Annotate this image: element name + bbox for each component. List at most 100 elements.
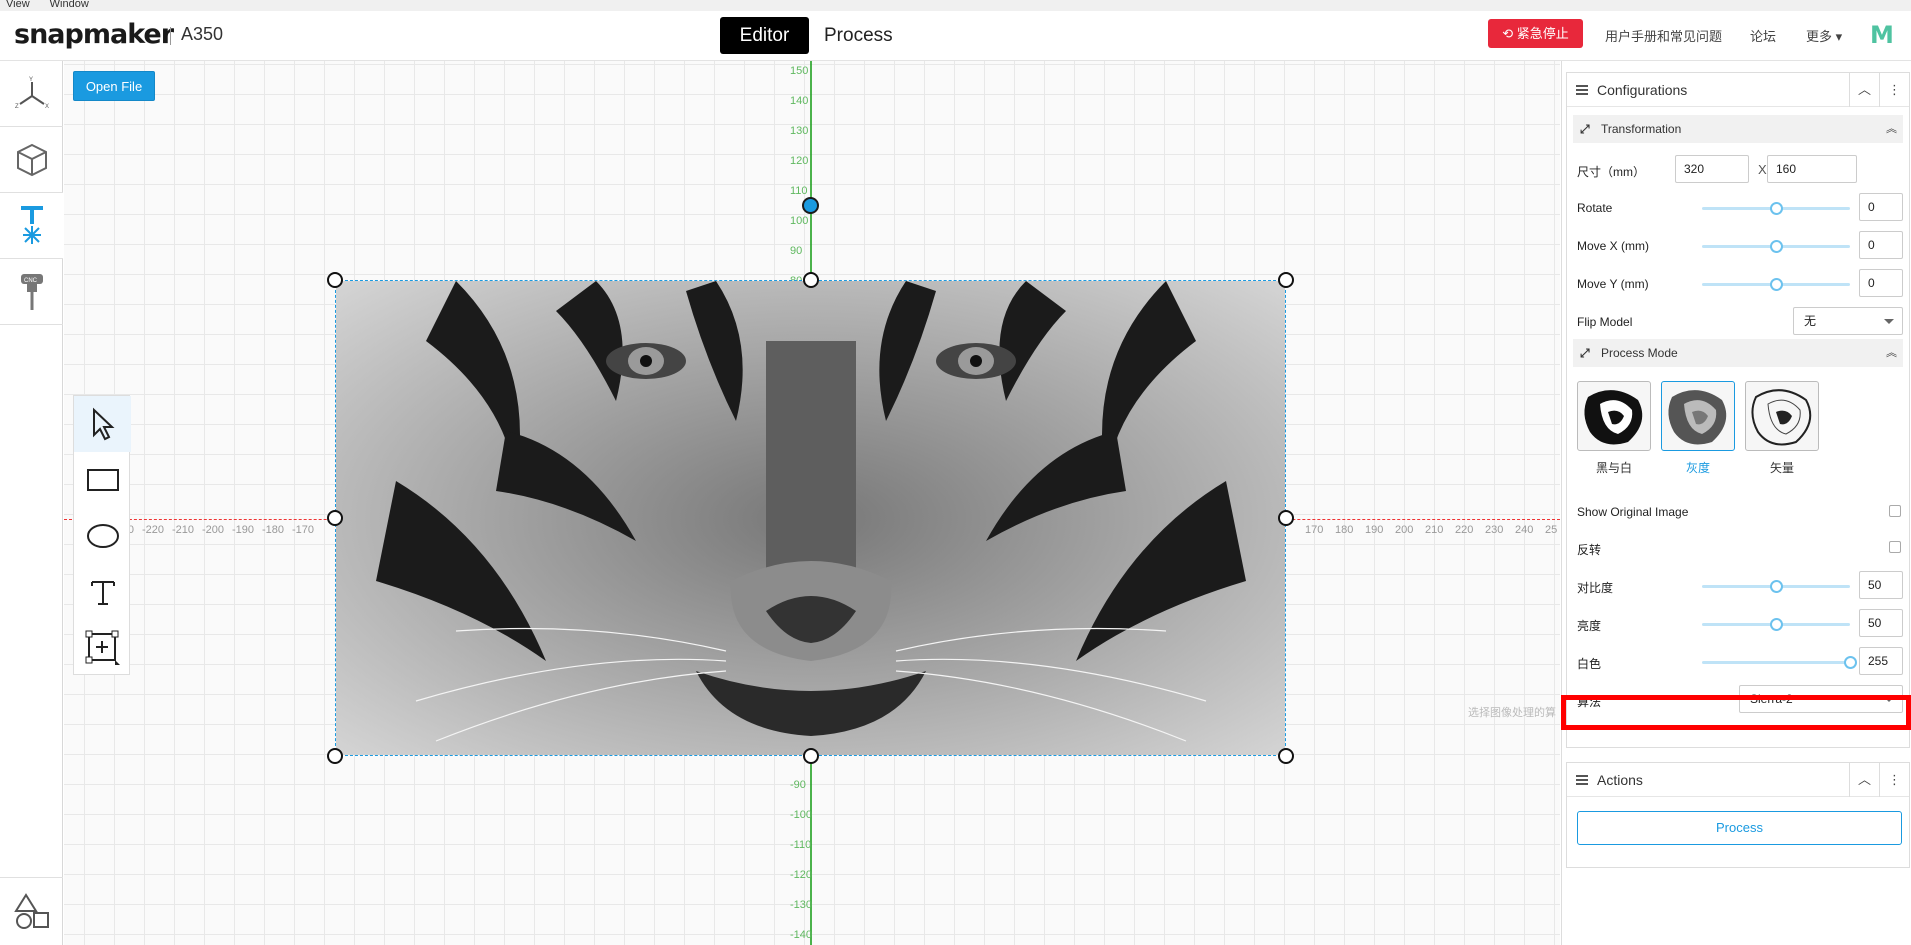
resize-handle-tl[interactable]: [327, 272, 343, 288]
move-x-slider[interactable]: [1702, 240, 1850, 253]
forum-link[interactable]: 论坛: [1750, 26, 1776, 45]
select-tool[interactable]: [74, 396, 131, 452]
actions-header: Actions ︿ ⋮: [1567, 763, 1909, 797]
brightness-label: 亮度: [1577, 619, 1602, 633]
show-original-label: Show Original Image: [1577, 505, 1689, 519]
mode-vector-label: 矢量: [1769, 461, 1794, 475]
resize-handle-r[interactable]: [1278, 510, 1294, 526]
chevron-up-icon[interactable]: ︽: [1886, 339, 1897, 367]
slider-knob[interactable]: [1770, 278, 1783, 291]
help-link[interactable]: 用户手册和常见问题: [1605, 26, 1722, 45]
flip-select[interactable]: 无: [1793, 307, 1903, 335]
ellipse-tool[interactable]: [74, 508, 131, 564]
flip-row: Flip Model 无: [1577, 307, 1903, 337]
height-input[interactable]: 160: [1767, 155, 1857, 183]
invert-row: 反转: [1577, 533, 1903, 563]
resize-handle-br[interactable]: [1278, 748, 1294, 764]
move-y-label: Move Y (mm): [1577, 277, 1649, 291]
more-menu[interactable]: 更多 ▾: [1806, 26, 1842, 45]
white-input[interactable]: 255: [1859, 647, 1903, 675]
move-y-input[interactable]: 0: [1859, 269, 1903, 297]
more-vert-icon[interactable]: ⋮: [1879, 763, 1909, 797]
rotate-slider[interactable]: [1702, 202, 1850, 215]
rail-laser[interactable]: [0, 193, 63, 259]
process-mode-section[interactable]: ⤢ Process Mode ︽: [1573, 339, 1903, 367]
slider-knob[interactable]: [1770, 618, 1783, 631]
axis-tick: 180: [1335, 524, 1354, 536]
mode-vector[interactable]: 矢量: [1745, 381, 1819, 476]
rotate-row: Rotate 0: [1577, 193, 1903, 223]
axis-tick: 25: [1545, 524, 1558, 536]
chevron-down-icon: [1884, 319, 1894, 324]
laser-icon: [20, 205, 43, 244]
contrast-slider[interactable]: [1702, 580, 1850, 593]
expand-icon: ⤢: [1580, 346, 1590, 360]
menu-view[interactable]: View: [6, 0, 30, 10]
actions-title: Actions: [1597, 772, 1643, 788]
slider-knob[interactable]: [1844, 656, 1857, 669]
size-x-separator: X: [1758, 162, 1767, 177]
expand-icon: ⤢: [1580, 122, 1590, 136]
text-tool[interactable]: [74, 564, 131, 620]
move-y-slider[interactable]: [1702, 278, 1850, 291]
app-header: snapmaker A350 Editor Process ⟲ 紧急停止 用户手…: [0, 11, 1911, 61]
svg-text:CNC: CNC: [24, 278, 38, 284]
resize-handle-l[interactable]: [327, 510, 343, 526]
rotate-handle[interactable]: [802, 197, 819, 214]
mode-bw[interactable]: 黑与白: [1577, 381, 1651, 476]
collapse-icon[interactable]: ︿: [1849, 73, 1879, 107]
process-button[interactable]: Process: [1577, 811, 1902, 845]
rail-cnc[interactable]: CNC: [0, 259, 63, 325]
show-original-checkbox[interactable]: [1889, 505, 1901, 517]
resize-handle-t[interactable]: [803, 272, 819, 288]
invert-checkbox[interactable]: [1889, 541, 1901, 553]
menu-window[interactable]: Window: [50, 0, 89, 10]
collapse-icon[interactable]: ︿: [1849, 763, 1879, 797]
brand-mark-icon: M: [1870, 21, 1894, 49]
cube-icon: [16, 143, 47, 176]
rail-3dp[interactable]: [0, 127, 63, 193]
width-input[interactable]: 320: [1675, 155, 1749, 183]
rectangle-tool[interactable]: [74, 452, 131, 508]
axis-tick: 120: [790, 155, 809, 167]
axis-tick: 220: [1455, 524, 1474, 536]
resize-handle-bl[interactable]: [327, 748, 343, 764]
ellipse-icon: [86, 524, 119, 548]
chevron-up-icon[interactable]: ︽: [1886, 115, 1897, 143]
tab-editor[interactable]: Editor: [720, 17, 809, 54]
brightness-input[interactable]: 50: [1859, 609, 1903, 637]
resize-handle-b[interactable]: [803, 748, 819, 764]
insert-shape-icon: [85, 630, 120, 665]
axis-tick: -110: [790, 839, 812, 851]
transformation-title: Transformation: [1601, 122, 1682, 136]
axis-tick: 230: [1485, 524, 1504, 536]
mode-greyscale[interactable]: 灰度: [1661, 381, 1735, 476]
transformation-section[interactable]: ⤢ Transformation ︽: [1573, 115, 1903, 143]
laser-image-object[interactable]: [335, 280, 1286, 756]
open-file-button[interactable]: Open File: [73, 71, 155, 101]
insert-tool[interactable]: [74, 620, 131, 676]
axis-tick: 240: [1515, 524, 1534, 536]
rotate-input[interactable]: 0: [1859, 193, 1903, 221]
mode-vector-thumbnail: [1745, 381, 1819, 451]
algorithm-highlight: [1561, 695, 1911, 730]
axis-tick: -90: [790, 779, 806, 791]
contrast-row: 对比度 50: [1577, 571, 1903, 601]
resize-handle-tr[interactable]: [1278, 272, 1294, 288]
emergency-stop-button[interactable]: ⟲ 紧急停止: [1488, 19, 1583, 48]
flip-label: Flip Model: [1577, 315, 1633, 329]
svg-text:Z: Z: [15, 104, 19, 110]
configurations-header: Configurations ︿ ⋮: [1567, 73, 1909, 107]
move-x-input[interactable]: 0: [1859, 231, 1903, 259]
rail-workspace[interactable]: Y Z X: [0, 61, 63, 127]
rail-shapes[interactable]: [0, 877, 63, 943]
mode-bw-label: 黑与白: [1595, 461, 1632, 475]
contrast-input[interactable]: 50: [1859, 571, 1903, 599]
slider-knob[interactable]: [1770, 580, 1783, 593]
tab-process[interactable]: Process: [808, 17, 909, 54]
brightness-slider[interactable]: [1702, 618, 1850, 631]
white-slider[interactable]: [1702, 656, 1857, 669]
slider-knob[interactable]: [1770, 202, 1783, 215]
slider-knob[interactable]: [1770, 240, 1783, 253]
more-vert-icon[interactable]: ⋮: [1879, 73, 1909, 107]
